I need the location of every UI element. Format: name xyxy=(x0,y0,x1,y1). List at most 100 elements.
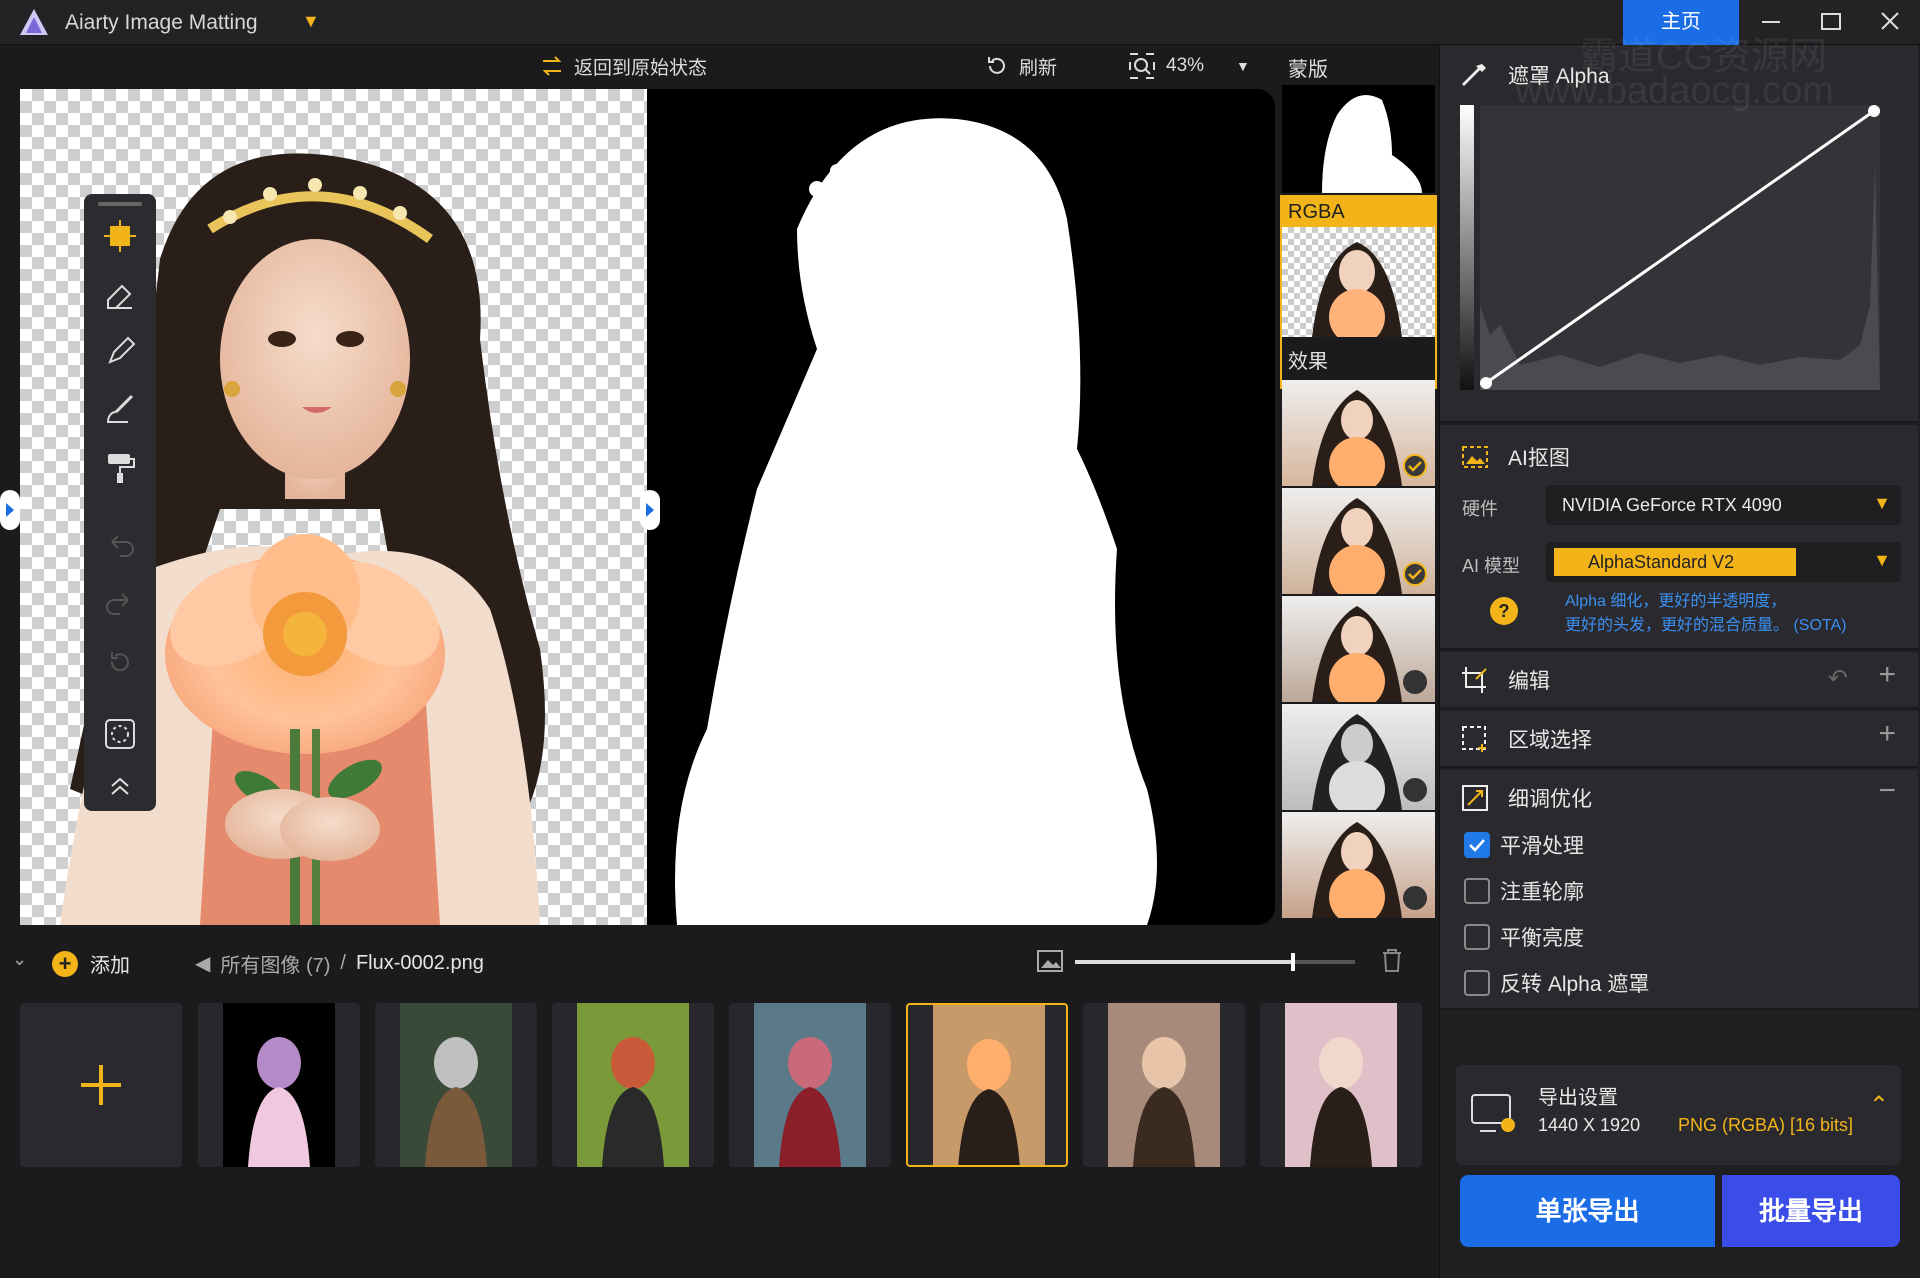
alpha-gradient-bar xyxy=(1460,105,1474,390)
effect-thumbnail[interactable]: 黑白 xyxy=(1282,704,1435,810)
breadcrumb-all-images[interactable]: 所有图像 (7) xyxy=(220,949,330,978)
chevron-right-icon xyxy=(6,503,14,517)
effect-unchecked-icon[interactable] xyxy=(1403,886,1427,910)
settings-panel: 遮罩 Alpha AI抠图 硬件 NVIDIA GeForce RTX 4090… xyxy=(1439,45,1920,1278)
export-dimensions: 1440 X 1920 xyxy=(1538,1115,1641,1135)
move-tool[interactable] xyxy=(98,214,142,258)
add-circle-icon: + xyxy=(52,950,78,977)
paint-roller-icon xyxy=(108,454,135,483)
thumbnail-image xyxy=(1108,1003,1220,1167)
effect-thumbnail[interactable]: 羽化 xyxy=(1282,488,1435,594)
ai-image-icon xyxy=(1462,446,1488,468)
model-select[interactable]: AlphaStandard V2 ▼ xyxy=(1546,542,1901,582)
girl-roses-thumbnail[interactable] xyxy=(1083,1003,1245,1167)
checkbox-unchecked-icon[interactable] xyxy=(1464,924,1490,950)
refresh-button[interactable]: 刷新 xyxy=(985,53,1057,79)
refine-option[interactable]: 注重轮廓 xyxy=(1464,876,1584,906)
refine-option[interactable]: 平滑处理 xyxy=(1464,830,1584,860)
export-format: PNG (RGBA) [16 bits] xyxy=(1678,1115,1854,1135)
effect-checked-icon[interactable] xyxy=(1403,454,1427,478)
collapse-palette-button[interactable] xyxy=(98,764,142,808)
effect-thumbnail[interactable]: 像素化 xyxy=(1282,812,1435,918)
redo-icon xyxy=(106,593,129,615)
refine-section-header[interactable]: 细调优化 xyxy=(1460,778,1592,818)
alpha-curve-line xyxy=(1485,109,1875,385)
rgba-thumb-image xyxy=(1282,227,1435,345)
red-dress-forest-thumbnail[interactable] xyxy=(729,1003,891,1167)
close-button[interactable] xyxy=(1860,0,1920,45)
pen-tool[interactable] xyxy=(98,330,142,374)
region-select-section[interactable]: 区域选择 + xyxy=(1440,711,1918,768)
refine-option[interactable]: 反转 Alpha 遮罩 xyxy=(1464,968,1649,998)
canvas-toolbar: 返回到原始状态 刷新 43% ▼ xyxy=(0,45,1278,87)
revert-button[interactable]: 返回到原始状态 xyxy=(540,53,707,79)
back-arrow-icon[interactable]: ◀ xyxy=(195,951,210,976)
thumbnail-image xyxy=(933,1005,1045,1165)
fill-tool[interactable] xyxy=(98,446,142,490)
eyedropper-icon xyxy=(1462,64,1486,86)
refine-collapse-minus-icon[interactable]: − xyxy=(1878,774,1896,808)
curve-handle-end xyxy=(1868,105,1880,117)
zoom-control[interactable]: 43% ▼ xyxy=(1128,53,1250,79)
slider-handle[interactable] xyxy=(1291,953,1296,971)
redo-tool[interactable] xyxy=(98,582,142,626)
watermark-line2: www.badaocg.com xyxy=(1515,70,1834,112)
checkbox-unchecked-icon[interactable] xyxy=(1464,878,1490,904)
thumbnail-image xyxy=(223,1003,335,1167)
alpha-curve-graph[interactable] xyxy=(1480,105,1880,390)
checkbox-checked-icon[interactable] xyxy=(1464,832,1490,858)
edit-section[interactable]: 编辑 ↶ + xyxy=(1440,652,1918,709)
left-expand-handle[interactable] xyxy=(0,490,20,530)
tool-palette xyxy=(84,194,156,811)
model-desc-line2: 更好的头发，更好的混合质量。 (SOTA) xyxy=(1565,617,1847,634)
effects-label: 效果 xyxy=(1288,351,1328,373)
help-icon[interactable]: ? xyxy=(1490,597,1518,625)
effect-checked-icon[interactable] xyxy=(1403,562,1427,586)
brush-tool[interactable] xyxy=(98,388,142,432)
compare-divider-handle[interactable] xyxy=(640,490,660,530)
checkbox-unchecked-icon[interactable] xyxy=(1464,970,1490,996)
export-single-button[interactable]: 单张导出 xyxy=(1460,1175,1715,1247)
ai-section-header[interactable]: AI抠图 xyxy=(1460,437,1570,477)
app-menu-chevron-icon[interactable]: ▼ xyxy=(302,11,320,32)
eraser-tool[interactable] xyxy=(98,272,142,316)
jellyfish-thumbnail[interactable] xyxy=(198,1003,360,1167)
forest-axe-thumbnail[interactable] xyxy=(375,1003,537,1167)
thumb-size-slider[interactable] xyxy=(1075,953,1355,971)
girl-roses-2-thumbnail[interactable] xyxy=(1260,1003,1422,1167)
bicycle-thumbnail[interactable] xyxy=(552,1003,714,1167)
mask-preview[interactable] xyxy=(647,89,1275,925)
refine-title: 细调优化 xyxy=(1508,788,1592,811)
double-chevron-up-icon[interactable]: ⌃ xyxy=(1869,1091,1889,1120)
add-image-tile[interactable] xyxy=(20,1003,182,1167)
hardware-select[interactable]: NVIDIA GeForce RTX 4090 ▼ xyxy=(1546,485,1901,525)
lasso-tool[interactable] xyxy=(98,712,142,756)
reset-tool[interactable] xyxy=(98,640,142,684)
model-value: AlphaStandard V2 xyxy=(1554,548,1796,576)
refine-option-label: 反转 Alpha 遮罩 xyxy=(1500,973,1650,996)
effect-unchecked-icon[interactable] xyxy=(1403,670,1427,694)
reset-icon xyxy=(110,652,129,672)
eraser-icon xyxy=(107,284,132,309)
thumbnail-image xyxy=(400,1003,512,1167)
thumbnail-image xyxy=(1285,1003,1397,1167)
export-settings-card[interactable]: 导出设置 1440 X 1920 PNG (RGBA) [16 bits] ⌃ xyxy=(1456,1065,1901,1165)
collapse-filmstrip-icon[interactable]: ⌄ xyxy=(12,949,27,970)
trash-icon[interactable] xyxy=(1380,947,1404,973)
edit-expand-plus-icon[interactable]: + xyxy=(1878,658,1896,692)
region-expand-plus-icon[interactable]: + xyxy=(1878,717,1896,751)
girl-flower-thumbnail[interactable] xyxy=(906,1003,1068,1167)
effect-unchecked-icon[interactable] xyxy=(1403,778,1427,802)
mask-thumbnail[interactable] xyxy=(1282,85,1435,193)
plus-icon xyxy=(81,1065,121,1105)
effect-thumbnail[interactable]: 背景 xyxy=(1282,380,1435,486)
effect-thumbnail[interactable]: 模糊 xyxy=(1282,596,1435,702)
zoom-chevron-icon[interactable]: ▼ xyxy=(1236,58,1250,74)
brush-icon xyxy=(106,394,134,423)
palette-drag-handle[interactable] xyxy=(98,202,142,206)
refine-option[interactable]: 平衡亮度 xyxy=(1464,922,1584,952)
undo-edit-icon[interactable]: ↶ xyxy=(1828,664,1848,693)
add-image-button[interactable]: + 添加 xyxy=(52,949,130,978)
undo-tool[interactable] xyxy=(98,524,142,568)
export-batch-button[interactable]: 批量导出 xyxy=(1722,1175,1900,1247)
